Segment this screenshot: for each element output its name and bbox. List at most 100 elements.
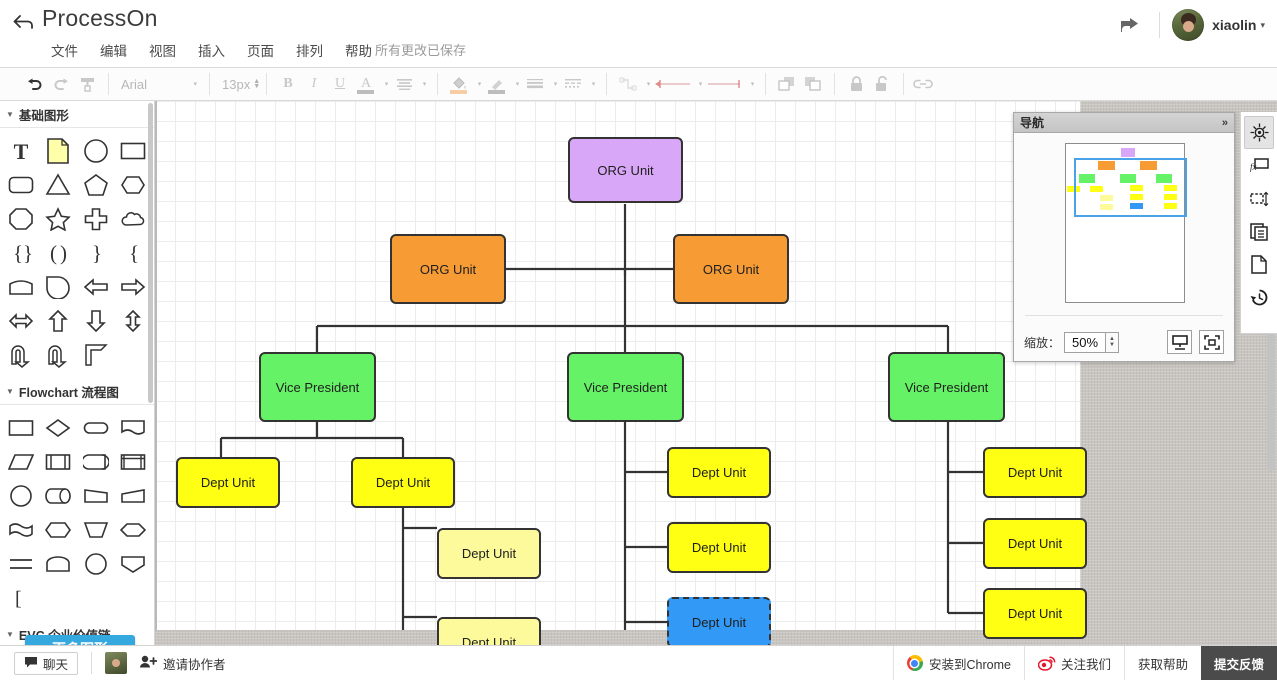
shape-cloud[interactable] [115, 202, 153, 236]
shape-quarter-round[interactable] [40, 270, 78, 304]
shape-terminator[interactable] [77, 411, 115, 445]
diagram-node[interactable]: Dept Unit [667, 447, 771, 498]
shape-internal-storage[interactable] [77, 445, 115, 479]
arrow-end-icon[interactable] [705, 72, 745, 96]
diagram-node[interactable]: Dept Unit [437, 528, 541, 579]
shape-card[interactable] [2, 270, 40, 304]
unlock-icon[interactable] [869, 72, 895, 96]
collapse-right-icon[interactable]: » [1222, 117, 1228, 129]
line-style-icon[interactable] [560, 72, 586, 96]
app-brand[interactable]: ProcessOn [42, 5, 158, 32]
shape-arrow-up[interactable] [40, 304, 78, 338]
diagram-node[interactable]: Dept Unit [667, 597, 771, 645]
redo-icon[interactable] [48, 72, 74, 96]
shape-arrow-right[interactable] [115, 270, 153, 304]
shape-collate[interactable] [2, 547, 40, 581]
shape-text[interactable]: T [2, 134, 40, 168]
align-icon[interactable] [391, 72, 417, 96]
menu-view[interactable]: 视图 [138, 38, 187, 62]
shape-hexagon[interactable] [115, 168, 153, 202]
underline-button[interactable]: U [327, 72, 353, 96]
diagram-node[interactable]: ORG Unit [390, 234, 506, 304]
shape-display[interactable] [115, 547, 153, 581]
canvas-page[interactable]: ORG Unit ORG Unit ORG Unit Vice President Vi… [155, 101, 1087, 645]
shape-star[interactable] [40, 202, 78, 236]
shape-triangle[interactable] [40, 168, 78, 202]
line-color-button[interactable] [484, 72, 510, 96]
diagram-node[interactable]: ORG Unit [673, 234, 789, 304]
collaborator-avatar[interactable] [105, 652, 128, 674]
shape-pentagon[interactable] [77, 168, 115, 202]
shape-note[interactable] [40, 134, 78, 168]
diagram-node[interactable]: Dept Unit [667, 522, 771, 573]
shape-panel-scrollbar[interactable] [148, 103, 153, 403]
follow-us-button[interactable]: 关注我们 [1023, 645, 1124, 680]
shape-connector-circle[interactable] [2, 479, 40, 513]
section-flowchart[interactable]: ▼ Flowchart 流程图 [0, 378, 154, 405]
minimap-viewport[interactable] [1074, 158, 1187, 217]
history-icon[interactable] [1244, 281, 1274, 314]
menu-edit[interactable]: 编辑 [89, 38, 138, 62]
shape-cross[interactable] [77, 202, 115, 236]
shape-curly-brace-left[interactable]: { [115, 236, 153, 270]
shape-curly-brace-right[interactable]: } [77, 236, 115, 270]
font-color-caret[interactable]: ▾ [379, 72, 391, 96]
arrow-start-icon[interactable] [653, 72, 693, 96]
shape-document[interactable] [115, 411, 153, 445]
font-size-input[interactable]: 13px ▲ ▼ [218, 73, 260, 95]
shape-delay[interactable] [40, 547, 78, 581]
menu-file[interactable]: 文件 [40, 38, 89, 62]
avatar[interactable] [1172, 9, 1205, 41]
line-width-caret[interactable]: ▾ [548, 72, 560, 96]
chat-button[interactable]: 聊天 [14, 651, 79, 675]
shape-bracket[interactable]: [ [2, 581, 40, 615]
fill-color-button[interactable] [446, 72, 472, 96]
diagram-node[interactable]: Vice President [567, 352, 684, 422]
line-style-caret[interactable]: ▾ [586, 72, 598, 96]
fill-color-caret[interactable]: ▾ [472, 72, 484, 96]
shape-multi-document[interactable] [2, 513, 40, 547]
menu-arrange[interactable]: 排列 [285, 38, 334, 62]
shape-merge[interactable] [77, 513, 115, 547]
shape-corner[interactable] [77, 338, 115, 372]
menu-insert[interactable]: 插入 [187, 38, 236, 62]
connector-caret[interactable]: ▾ [641, 72, 653, 96]
diagram-node[interactable]: Dept Unit [983, 588, 1087, 639]
italic-button[interactable]: I [301, 72, 327, 96]
line-color-caret[interactable]: ▾ [510, 72, 522, 96]
line-width-icon[interactable] [522, 72, 548, 96]
diagram-node[interactable]: Dept Unit [176, 457, 280, 508]
diagram-node[interactable]: Vice President [888, 352, 1005, 422]
chevron-down-icon[interactable]: ▾ [1260, 20, 1265, 31]
invite-collaborator-button[interactable]: 邀请协作者 [140, 654, 226, 673]
navigation-compass-icon[interactable] [1244, 116, 1274, 149]
diagram-node[interactable]: Dept Unit [983, 518, 1087, 569]
shape-rounded-rect[interactable] [2, 168, 40, 202]
shape-preparation[interactable] [40, 513, 78, 547]
shape-u-turn[interactable] [40, 338, 78, 372]
diagram-node[interactable]: Dept Unit [437, 617, 541, 645]
bold-button[interactable]: B [275, 72, 301, 96]
section-basic-shapes[interactable]: ▼ 基础图形 [0, 101, 154, 128]
shape-octagon[interactable] [2, 202, 40, 236]
bring-to-front-icon[interactable] [774, 72, 800, 96]
zoom-stepper[interactable]: ▲ ▼ [1106, 331, 1120, 353]
lock-icon[interactable] [843, 72, 869, 96]
undo-icon[interactable] [22, 72, 48, 96]
font-size-stepper[interactable]: ▲ ▼ [253, 78, 260, 90]
shape-direct-access[interactable] [40, 479, 78, 513]
shape-manual-operation[interactable] [77, 479, 115, 513]
zoom-input[interactable]: 50% [1064, 331, 1107, 353]
align-caret[interactable]: ▾ [417, 72, 429, 96]
link-icon[interactable] [912, 72, 934, 96]
send-to-back-icon[interactable] [800, 72, 826, 96]
minimap[interactable] [1065, 143, 1187, 303]
shape-arrow-updown[interactable] [115, 304, 153, 338]
arrow-end-caret[interactable]: ▾ [745, 72, 757, 96]
shape-circle[interactable] [77, 134, 115, 168]
shape-paren-pair[interactable]: () [40, 236, 78, 270]
install-chrome-button[interactable]: 安装到Chrome [892, 645, 1024, 680]
shape-decision[interactable] [40, 411, 78, 445]
shape-predefined-process[interactable] [40, 445, 78, 479]
size-position-icon[interactable] [1244, 182, 1274, 215]
